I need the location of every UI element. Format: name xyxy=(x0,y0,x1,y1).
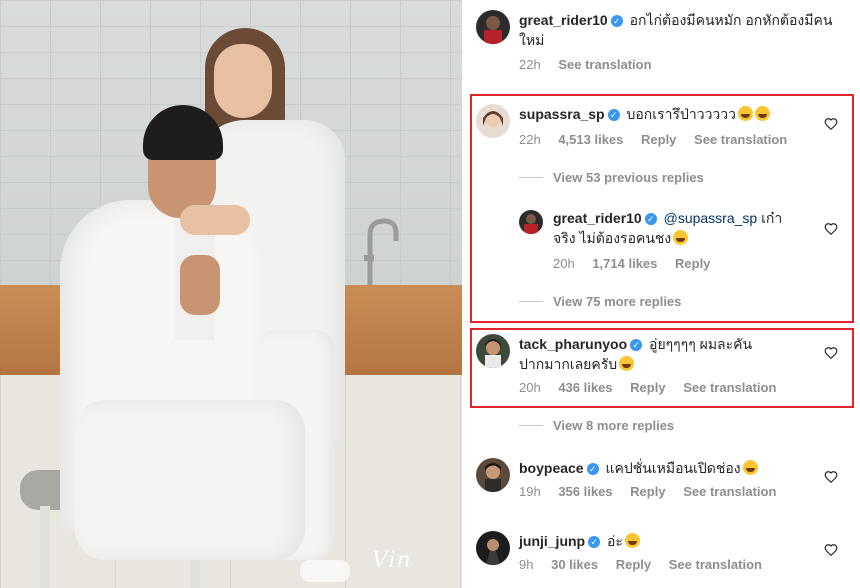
avatar[interactable] xyxy=(476,334,510,368)
comment-text-cont: ใหม่ xyxy=(519,32,545,48)
comment-text: อ่ะ xyxy=(607,533,623,549)
divider-line xyxy=(519,177,543,178)
man-legs xyxy=(75,400,305,560)
divider-line xyxy=(519,425,543,426)
see-translation-link[interactable]: See translation xyxy=(683,380,776,395)
comment-time: 9h xyxy=(519,557,534,572)
laughing-emoji-icon xyxy=(755,106,771,121)
comments-panel[interactable]: great_rider10 ✓ อกไก่ต้องมีคนหมัก อกหักต้… xyxy=(462,0,860,588)
like-heart-icon[interactable] xyxy=(824,222,838,236)
comment-username[interactable]: supassra_sp xyxy=(519,106,605,122)
view-more-replies-button[interactable]: View 8 more replies xyxy=(519,418,674,433)
faucet-icon xyxy=(364,218,399,285)
verified-badge-icon: ✓ xyxy=(586,463,599,475)
verified-badge-icon: ✓ xyxy=(644,213,657,225)
reply-button[interactable]: Reply xyxy=(630,380,665,395)
likes-count[interactable]: 356 likes xyxy=(558,484,612,499)
like-heart-icon[interactable] xyxy=(824,117,838,131)
verified-badge-icon: ✓ xyxy=(588,536,601,548)
comment-time: 20h xyxy=(519,380,541,395)
verified-badge-icon: ✓ xyxy=(607,109,620,121)
comment-text-cont: ปากมากเลยครับ xyxy=(519,356,618,372)
reply-button[interactable]: Reply xyxy=(641,132,676,147)
view-more-replies-button[interactable]: View 75 more replies xyxy=(519,294,681,309)
avatar[interactable] xyxy=(476,104,510,138)
see-translation-link[interactable]: See translation xyxy=(683,484,776,499)
see-translation-link[interactable]: See translation xyxy=(669,557,762,572)
avatar[interactable] xyxy=(476,10,510,44)
laughing-emoji-icon xyxy=(673,230,689,245)
watermark-signature: Vin xyxy=(372,548,412,573)
mention-link[interactable]: @supassra_sp xyxy=(664,210,758,226)
man-hand xyxy=(180,255,220,315)
reply-time: 20h xyxy=(553,256,575,271)
reply-button[interactable]: Reply xyxy=(630,484,665,499)
laughing-emoji-icon xyxy=(619,356,635,371)
divider-line xyxy=(519,301,543,302)
like-heart-icon[interactable] xyxy=(824,470,838,484)
reply-username[interactable]: great_rider10 xyxy=(553,210,642,226)
comment-text: บอกเรารึป่าววววว xyxy=(626,106,737,122)
reply-text-cont: จริง ไม่ต้องรอคนชง xyxy=(553,230,672,246)
reply-button[interactable]: Reply xyxy=(675,256,710,271)
post-photo: Vin xyxy=(0,0,462,588)
comment-text: แคปชั่นเหมือนเปิดช่อง xyxy=(605,460,741,476)
woman-hands xyxy=(180,205,250,235)
view-previous-replies-button[interactable]: View 53 previous replies xyxy=(519,170,704,185)
likes-count[interactable]: 436 likes xyxy=(558,380,612,395)
reply-avatar[interactable] xyxy=(519,210,543,234)
likes-count[interactable]: 1,714 likes xyxy=(592,256,657,271)
like-heart-icon[interactable] xyxy=(824,346,838,360)
verified-badge-icon: ✓ xyxy=(630,339,643,351)
comment-text: อู่ยๆๆๆๆ ผมละคัน xyxy=(649,336,753,352)
comment-username[interactable]: great_rider10 xyxy=(519,12,608,28)
laughing-emoji-icon xyxy=(742,460,758,475)
comment-time: 19h xyxy=(519,484,541,499)
reply-button[interactable]: Reply xyxy=(616,557,651,572)
shoe xyxy=(300,560,350,582)
like-heart-icon[interactable] xyxy=(824,543,838,557)
avatar[interactable] xyxy=(476,458,510,492)
comment-text: อกไก่ต้องมีคนหมัก อกหักต้องมีคน xyxy=(629,12,833,28)
comment-username[interactable]: junji_junp xyxy=(519,533,585,549)
comment-username[interactable]: tack_pharunyoo xyxy=(519,336,627,352)
likes-count[interactable]: 4,513 likes xyxy=(558,132,623,147)
see-translation-link[interactable]: See translation xyxy=(558,57,651,72)
woman-face xyxy=(214,44,272,118)
comment-time: 22h xyxy=(519,57,541,72)
see-translation-link[interactable]: See translation xyxy=(694,132,787,147)
likes-count[interactable]: 30 likes xyxy=(551,557,598,572)
comment-time: 22h xyxy=(519,132,541,147)
shushing-face-emoji-icon xyxy=(738,106,754,121)
verified-badge-icon: ✓ xyxy=(610,15,623,27)
avatar[interactable] xyxy=(476,531,510,565)
reply-text: เก๋า xyxy=(761,210,783,226)
comment-username[interactable]: boypeace xyxy=(519,460,584,476)
laughing-emoji-icon xyxy=(624,533,640,548)
